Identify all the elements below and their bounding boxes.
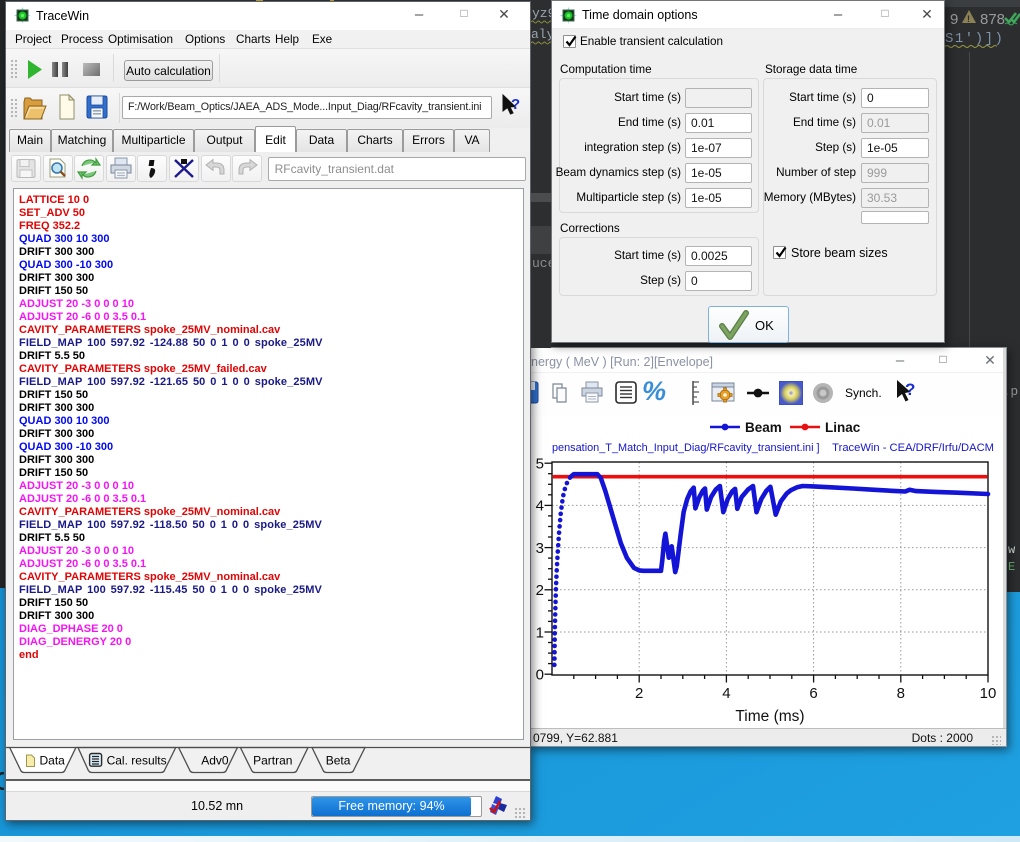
svg-text:3: 3 <box>536 540 544 557</box>
svg-text:2: 2 <box>536 582 544 599</box>
svg-text:Beta: Beta <box>326 754 351 768</box>
svg-text:4: 4 <box>722 685 730 702</box>
svg-text:6: 6 <box>809 685 817 702</box>
svg-text:1: 1 <box>536 624 544 641</box>
svg-text:Partran: Partran <box>253 754 292 768</box>
svg-text:4: 4 <box>536 498 544 515</box>
svg-text:2: 2 <box>635 685 643 702</box>
svg-text:5: 5 <box>536 456 544 473</box>
svg-text:Time (ms): Time (ms) <box>735 708 804 725</box>
svg-text:?: ? <box>511 96 520 113</box>
svg-text:Adv0: Adv0 <box>201 754 229 768</box>
svg-text:Data: Data <box>40 754 66 768</box>
svg-text:0: 0 <box>536 667 544 684</box>
svg-text:10: 10 <box>980 685 997 702</box>
svg-text:?: ? <box>905 380 915 399</box>
svg-text:Cal. results: Cal. results <box>107 754 167 768</box>
svg-text:8: 8 <box>897 685 905 702</box>
